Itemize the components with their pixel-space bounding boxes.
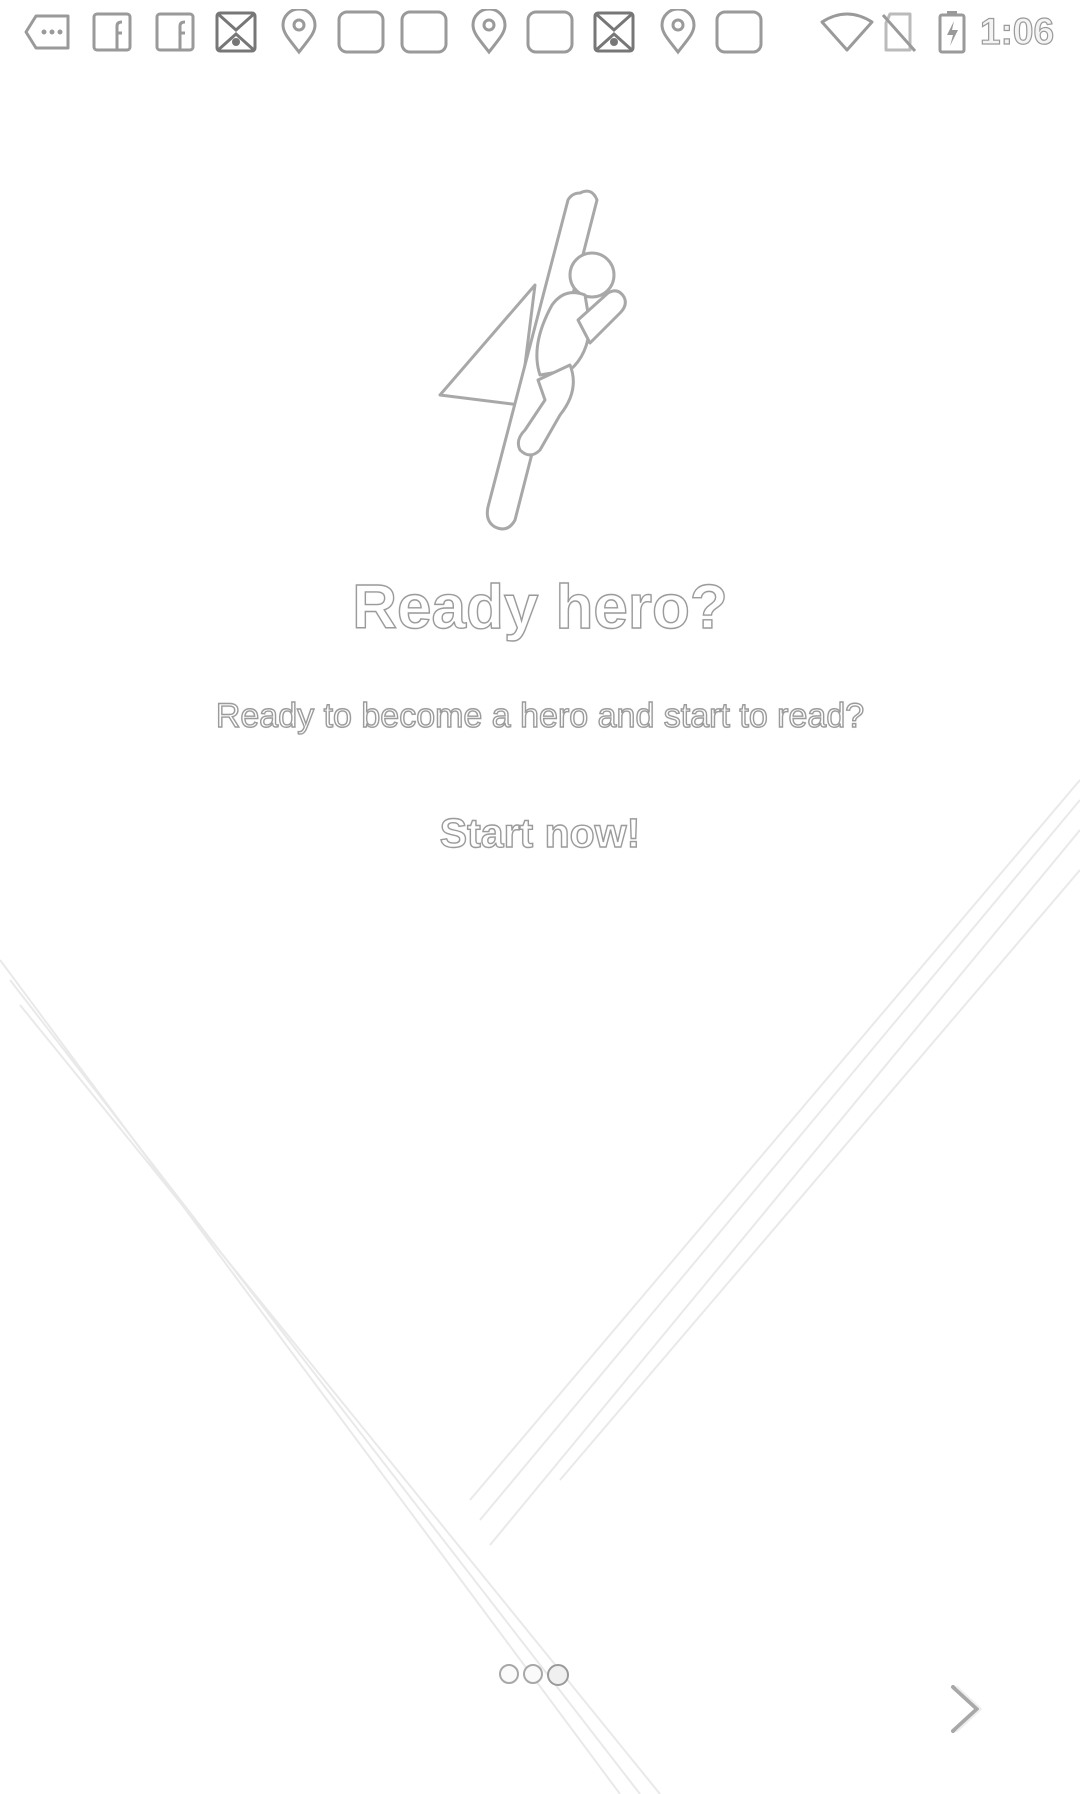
facebook-icon <box>151 9 199 55</box>
onboarding-subtitle: Ready to become a hero and start to read… <box>215 696 865 735</box>
no-sim-icon <box>878 9 920 55</box>
chevron-right-icon <box>951 1684 982 1733</box>
facebook-icon <box>88 9 136 55</box>
app-square-icon <box>400 9 448 55</box>
battery-charging-icon <box>935 9 969 55</box>
status-time: 1:06 <box>979 10 1055 52</box>
flying-superhero-icon <box>438 189 627 531</box>
app-square-icon <box>337 9 385 55</box>
more-icon <box>24 9 72 55</box>
app-square-icon <box>526 9 574 55</box>
start-now-button[interactable]: Start now! <box>415 798 665 868</box>
location-pin-icon <box>465 9 513 55</box>
next-button[interactable] <box>940 1680 990 1740</box>
location-pin-icon <box>275 9 323 55</box>
page-dot[interactable] <box>499 1664 519 1684</box>
news-app-icon <box>212 9 260 55</box>
page-indicator <box>499 1664 569 1686</box>
page-dot[interactable] <box>523 1664 543 1684</box>
app-square-icon <box>715 9 763 55</box>
onboarding-title: Ready hero? <box>352 572 729 642</box>
status-bar: 1:06 <box>0 0 1080 62</box>
location-pin-icon <box>654 9 702 55</box>
news-app-icon <box>590 9 638 55</box>
wifi-icon <box>820 9 874 55</box>
page-dot-active[interactable] <box>547 1664 569 1686</box>
